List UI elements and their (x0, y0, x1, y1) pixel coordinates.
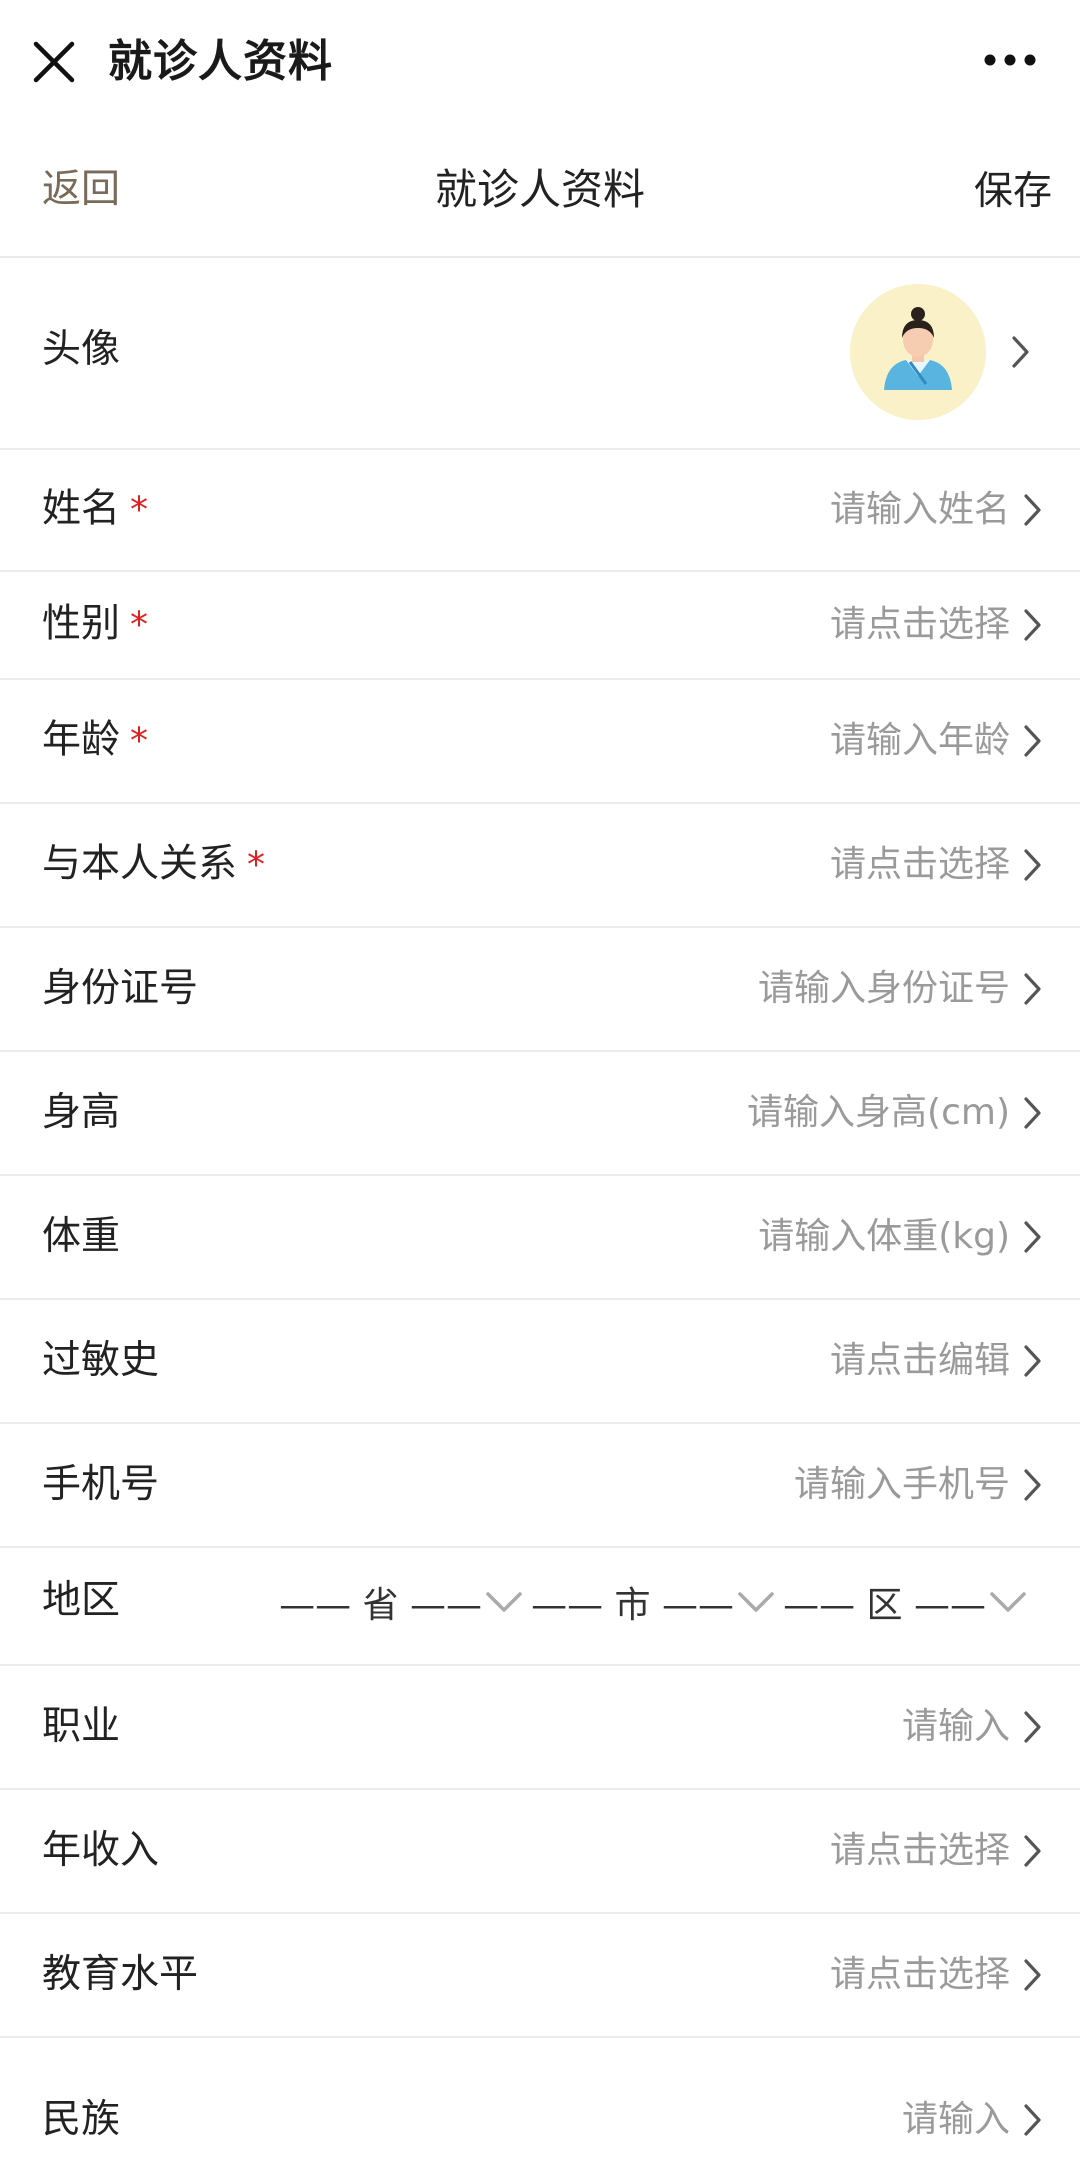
city-select[interactable]: —— 市 —— (531, 1576, 776, 1636)
page-title: 就诊人资料 (434, 165, 645, 214)
form-row-label: 过敏史 (42, 1338, 160, 1383)
avatar-row[interactable]: 头像 (0, 258, 1080, 450)
form-row-label: 年龄 * (42, 717, 149, 763)
form-row-relationship[interactable]: 与本人关系 * 请点击选择 (0, 804, 1080, 928)
education-select[interactable]: 请点击选择 (830, 1947, 1010, 2003)
weight-input[interactable]: 请输入体重(kg) (758, 1209, 1010, 1265)
required-mark: * (130, 720, 149, 762)
form-row-label: 手机号 (42, 1462, 160, 1507)
chevron-right-icon (1022, 847, 1044, 883)
province-select[interactable]: —— 省 —— (279, 1576, 524, 1636)
form-row-label: 地区 (42, 1578, 121, 1624)
required-mark: * (130, 604, 149, 646)
form-row-label: 与本人关系 * (42, 841, 266, 887)
chevron-right-icon (1022, 723, 1044, 759)
form-row-allergy[interactable]: 过敏史 请点击编辑 (0, 1300, 1080, 1424)
required-mark: * (247, 844, 266, 886)
occupation-input[interactable]: 请输入 (902, 1699, 1010, 1755)
chevron-right-icon (1022, 971, 1044, 1007)
form-row-label: 年收入 (42, 1828, 160, 1873)
more-dots-icon[interactable] (980, 48, 1040, 72)
close-icon[interactable] (30, 38, 78, 86)
form-row-gender[interactable]: 性别 * 请点击选择 (0, 572, 1080, 680)
form-row-label: 姓名 * (42, 486, 149, 532)
chevron-right-icon (1022, 1957, 1044, 1993)
form-row-label: 体重 (42, 1214, 121, 1259)
form-row-age[interactable]: 年龄 * 请输入年龄 (0, 680, 1080, 804)
mini-program-title: 就诊人资料 (108, 36, 333, 87)
form-row-label: 教育水平 (42, 1952, 199, 1997)
chevron-down-icon (736, 1590, 776, 1616)
form-row-height[interactable]: 身高 请输入身高(cm) (0, 1052, 1080, 1176)
form-row-phone[interactable]: 手机号 请输入手机号 (0, 1424, 1080, 1548)
form-row-label: 民族 (42, 2096, 121, 2142)
chevron-right-icon (1010, 334, 1032, 374)
chevron-right-icon (1022, 1467, 1044, 1503)
form-row-id-number[interactable]: 身份证号 请输入身份证号 (0, 928, 1080, 1052)
gender-select[interactable]: 请点击选择 (830, 597, 1010, 653)
age-input[interactable]: 请输入年龄 (830, 713, 1010, 769)
chevron-right-icon (1022, 1095, 1044, 1131)
relationship-select[interactable]: 请点击选择 (830, 837, 1010, 893)
form-row-label: 身份证号 (42, 966, 199, 1011)
form-row-label: 职业 (42, 1704, 121, 1749)
save-button[interactable]: 保存 (974, 162, 1052, 222)
chevron-right-icon (1022, 1709, 1044, 1745)
required-mark: * (130, 489, 149, 531)
form-row-ethnicity[interactable]: 民族 请输入 (0, 2038, 1080, 2162)
form-row-weight[interactable]: 体重 请输入体重(kg) (0, 1176, 1080, 1300)
patient-form: 姓名 * 请输入姓名 性别 * 请点击选择 年龄 * 请输入年龄 与本人关系 * 请点击… (0, 450, 1080, 2162)
chevron-right-icon (1022, 2102, 1044, 2138)
height-input[interactable]: 请输入身高(cm) (747, 1085, 1010, 1141)
district-select-label: —— 区 —— (783, 1585, 986, 1626)
province-select-label: —— 省 —— (279, 1585, 482, 1626)
chevron-right-icon (1022, 492, 1044, 528)
mini-program-bar: 就诊人资料 (0, 0, 1080, 124)
avatar-icon[interactable] (850, 284, 986, 420)
income-select[interactable]: 请点击选择 (830, 1823, 1010, 1879)
district-select[interactable]: —— 区 —— (783, 1576, 1028, 1636)
chevron-right-icon (1022, 1833, 1044, 1869)
phone-input[interactable]: 请输入手机号 (794, 1457, 1010, 1513)
chevron-right-icon (1022, 1343, 1044, 1379)
city-select-label: —— 市 —— (531, 1585, 734, 1626)
chevron-right-icon (1022, 607, 1044, 643)
chevron-down-icon (484, 1590, 524, 1616)
chevron-down-icon (988, 1590, 1028, 1616)
form-row-education[interactable]: 教育水平 请点击选择 (0, 1914, 1080, 2038)
ethnicity-input[interactable]: 请输入 (902, 2092, 1010, 2148)
form-row-income[interactable]: 年收入 请点击选择 (0, 1790, 1080, 1914)
chevron-right-icon (1022, 1219, 1044, 1255)
form-row-label: 性别 * (42, 601, 149, 647)
form-row-region: 地区 —— 省 —— —— 市 —— —— 区 —— (0, 1548, 1080, 1666)
form-row-label: 身高 (42, 1090, 121, 1135)
avatar-label: 头像 (42, 327, 121, 372)
form-row-occupation[interactable]: 职业 请输入 (0, 1666, 1080, 1790)
allergy-edit[interactable]: 请点击编辑 (830, 1333, 1010, 1389)
form-row-name[interactable]: 姓名 * 请输入姓名 (0, 450, 1080, 572)
name-input[interactable]: 请输入姓名 (830, 482, 1010, 538)
page-navbar: 返回 就诊人资料 保存 (0, 124, 1080, 258)
id-number-input[interactable]: 请输入身份证号 (758, 961, 1010, 1017)
